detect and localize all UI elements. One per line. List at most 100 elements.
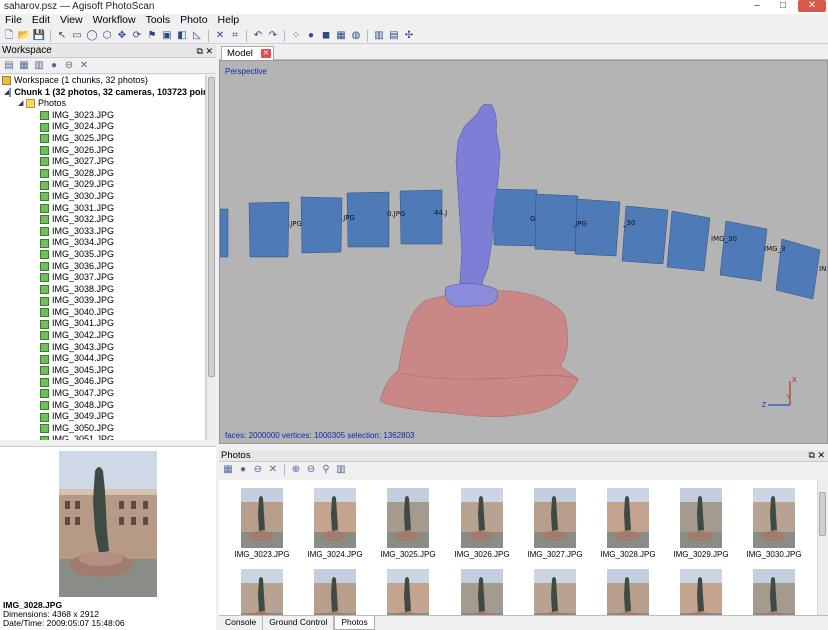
maximize-button[interactable]: □ bbox=[772, 0, 794, 12]
add-chunk-icon[interactable]: ▤ bbox=[3, 60, 15, 72]
tree-photo-item[interactable]: IMG_3042.JPG bbox=[0, 330, 205, 342]
open-icon[interactable]: 📂 bbox=[18, 30, 30, 42]
circle-select-icon[interactable]: ◯ bbox=[86, 30, 98, 42]
menu-view[interactable]: View bbox=[55, 14, 88, 27]
close-button[interactable]: ✕ bbox=[798, 0, 826, 12]
tree-photo-item[interactable]: IMG_3047.JPG bbox=[0, 388, 205, 400]
menu-help[interactable]: Help bbox=[213, 14, 245, 27]
photo-thumbnail-item[interactable]: IMG_3030.JPG bbox=[744, 488, 804, 559]
scrollbar-thumb[interactable] bbox=[208, 77, 215, 377]
tree-photo-item[interactable]: IMG_3024.JPG bbox=[0, 121, 205, 133]
photo-thumbnail-item[interactable] bbox=[598, 569, 658, 615]
photo-thumbnail-item[interactable]: IMG_3025.JPG bbox=[378, 488, 438, 559]
minimize-button[interactable]: – bbox=[746, 0, 768, 12]
photo-thumbnail-item[interactable]: IMG_3028.JPG bbox=[598, 488, 658, 559]
move-object-icon[interactable]: ✥ bbox=[116, 30, 128, 42]
show-cameras-icon[interactable]: ▥ bbox=[373, 30, 385, 42]
tree-photo-item[interactable]: IMG_3038.JPG bbox=[0, 284, 205, 296]
add-photos-icon[interactable]: ▦ bbox=[222, 464, 234, 476]
wireframe-icon[interactable]: ▦ bbox=[335, 30, 347, 42]
add-photos-icon[interactable]: ▦ bbox=[18, 60, 30, 72]
tree-photo-item[interactable]: IMG_3041.JPG bbox=[0, 318, 205, 330]
remove-icon[interactable]: ✕ bbox=[78, 60, 90, 72]
tree-photo-item[interactable]: IMG_3045.JPG bbox=[0, 365, 205, 377]
tree-photo-item[interactable]: IMG_3033.JPG bbox=[0, 226, 205, 238]
ruler-icon[interactable]: ◺ bbox=[191, 30, 203, 42]
point-cloud-icon[interactable]: ⁘ bbox=[290, 30, 302, 42]
tree-photo-item[interactable]: IMG_3043.JPG bbox=[0, 342, 205, 354]
reset-view-icon[interactable]: ✣ bbox=[403, 30, 415, 42]
tab-model[interactable]: Model ✕ bbox=[221, 46, 274, 60]
tree-photo-item[interactable]: IMG_3049.JPG bbox=[0, 411, 205, 423]
photo-thumbnail-item[interactable] bbox=[525, 569, 585, 615]
undo-icon[interactable]: ↶ bbox=[252, 30, 264, 42]
panel-float-close-icon[interactable]: ⧉ ✕ bbox=[809, 450, 825, 461]
view-mode-icon[interactable]: ▥ bbox=[335, 464, 347, 476]
photo-thumbnail-item[interactable]: IMG_3023.JPG bbox=[232, 488, 292, 559]
photo-thumbnail-item[interactable]: IMG_3027.JPG bbox=[525, 488, 585, 559]
workspace-scrollbar[interactable] bbox=[206, 75, 216, 440]
tree-photo-item[interactable]: IMG_3025.JPG bbox=[0, 133, 205, 145]
shaded-icon[interactable]: ● bbox=[305, 30, 317, 42]
crop-icon[interactable]: ⌗ bbox=[229, 30, 241, 42]
zoom-out-icon[interactable]: ⊖ bbox=[305, 464, 317, 476]
tree-photo-item[interactable]: IMG_3040.JPG bbox=[0, 307, 205, 319]
photo-thumbnail-item[interactable]: IMG_3024.JPG bbox=[305, 488, 365, 559]
tree-photo-item[interactable]: IMG_3044.JPG bbox=[0, 353, 205, 365]
photos-scrollbar[interactable] bbox=[817, 480, 827, 615]
disable-icon[interactable]: ⊖ bbox=[63, 60, 75, 72]
scrollbar-thumb[interactable] bbox=[819, 492, 826, 536]
tree-folder[interactable]: ◢ Photos bbox=[0, 98, 205, 110]
tree-photo-item[interactable]: IMG_3046.JPG bbox=[0, 376, 205, 388]
collapse-arrow-icon[interactable]: ◢ bbox=[18, 98, 26, 110]
tree-photo-item[interactable]: IMG_3037.JPG bbox=[0, 272, 205, 284]
tree-photo-item[interactable]: IMG_3027.JPG bbox=[0, 156, 205, 168]
tree-photo-item[interactable]: IMG_3039.JPG bbox=[0, 295, 205, 307]
tree-chunk[interactable]: ◢ Chunk 1 (32 photos, 32 cameras, 103723… bbox=[0, 87, 205, 99]
photo-thumbnail-item[interactable]: IMG_3026.JPG bbox=[452, 488, 512, 559]
photo-thumbnail-item[interactable] bbox=[232, 569, 292, 615]
filter-icon[interactable]: ⚲ bbox=[320, 464, 332, 476]
resize-region-icon[interactable]: ◧ bbox=[176, 30, 188, 42]
photo-thumbnail-item[interactable]: IMG_3029.JPG bbox=[671, 488, 731, 559]
tree-photo-item[interactable]: IMG_3048.JPG bbox=[0, 400, 205, 412]
tree-photo-item[interactable]: IMG_3023.JPG bbox=[0, 110, 205, 122]
zoom-in-icon[interactable]: ⊕ bbox=[290, 464, 302, 476]
photo-thumbnail-item[interactable] bbox=[305, 569, 365, 615]
pointer-icon[interactable]: ↖ bbox=[56, 30, 68, 42]
tree-photo-item[interactable]: IMG_3034.JPG bbox=[0, 237, 205, 249]
delete-selection-icon[interactable]: ✕ bbox=[214, 30, 226, 42]
photo-thumbnail-item[interactable] bbox=[744, 569, 804, 615]
rotate-object-icon[interactable]: ⟳ bbox=[131, 30, 143, 42]
remove-icon[interactable]: ✕ bbox=[267, 464, 279, 476]
tree-photo-item[interactable]: IMG_3032.JPG bbox=[0, 214, 205, 226]
panel-float-close-icon[interactable]: ⧉ ✕ bbox=[197, 45, 213, 57]
tab-console[interactable]: Console bbox=[219, 616, 264, 630]
region-icon[interactable]: ▣ bbox=[161, 30, 173, 42]
close-tab-icon[interactable]: ✕ bbox=[260, 49, 271, 58]
model-viewport[interactable]: Perspective .JPG .JPG 0.JPG 44.J G .JPG … bbox=[219, 60, 828, 444]
save-icon[interactable]: 💾 bbox=[33, 30, 45, 42]
tab-photos[interactable]: Photos bbox=[334, 616, 375, 630]
photo-thumbnail-item[interactable] bbox=[671, 569, 731, 615]
tree-photo-item[interactable]: IMG_3026.JPG bbox=[0, 145, 205, 157]
menu-workflow[interactable]: Workflow bbox=[88, 14, 141, 27]
free-select-icon[interactable]: ⬡ bbox=[101, 30, 113, 42]
enable-icon[interactable]: ● bbox=[48, 60, 60, 72]
tree-root[interactable]: Workspace (1 chunks, 32 photos) bbox=[0, 75, 205, 87]
textured-icon[interactable]: ◍ bbox=[350, 30, 362, 42]
menu-tools[interactable]: Tools bbox=[141, 14, 176, 27]
show-region-icon[interactable]: ▤ bbox=[388, 30, 400, 42]
disable-icon[interactable]: ⊖ bbox=[252, 464, 264, 476]
tree-photo-item[interactable]: IMG_3051.JPG bbox=[0, 434, 205, 440]
redo-icon[interactable]: ↷ bbox=[267, 30, 279, 42]
menu-edit[interactable]: Edit bbox=[27, 14, 55, 27]
new-icon[interactable]: 🗋 bbox=[3, 30, 15, 42]
tab-ground-control[interactable]: Ground Control bbox=[263, 616, 335, 630]
photo-thumbnail-item[interactable] bbox=[452, 569, 512, 615]
photo-thumbnail-item[interactable] bbox=[378, 569, 438, 615]
rect-select-icon[interactable]: ▭ bbox=[71, 30, 83, 42]
menu-file[interactable]: File bbox=[0, 14, 27, 27]
tree-photo-item[interactable]: IMG_3035.JPG bbox=[0, 249, 205, 261]
tree-photo-item[interactable]: IMG_3029.JPG bbox=[0, 179, 205, 191]
